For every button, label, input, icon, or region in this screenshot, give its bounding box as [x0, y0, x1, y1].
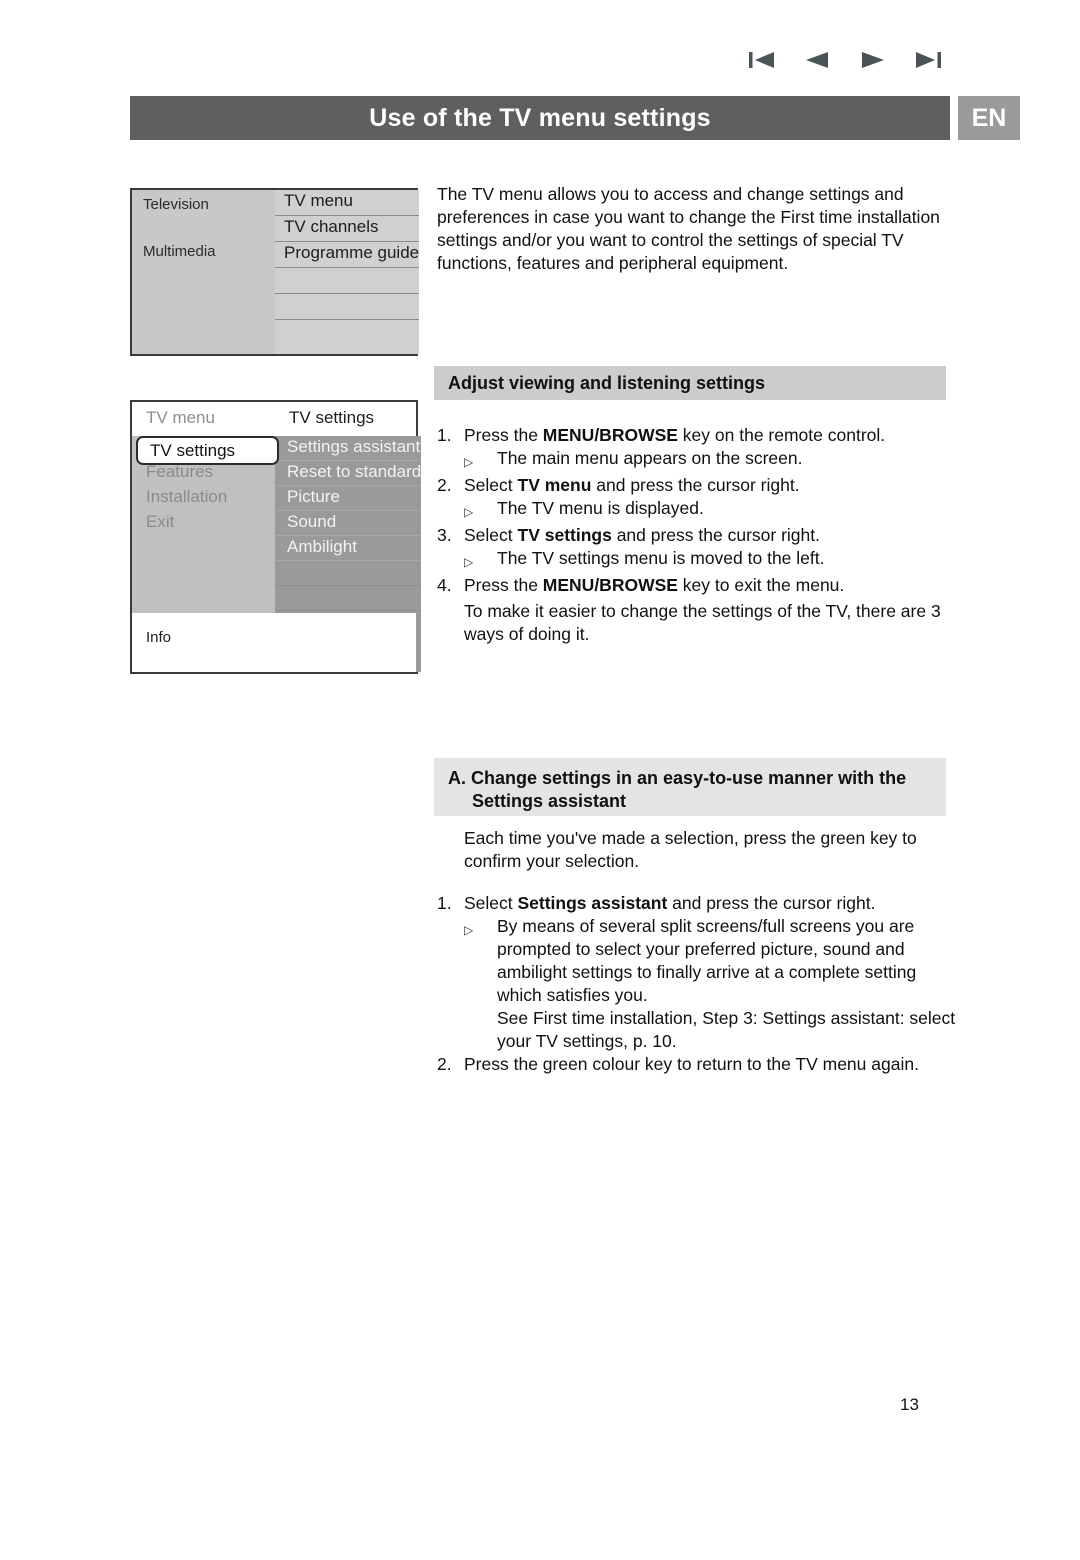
left-item-empty-3	[132, 586, 275, 611]
green-key-paragraph: Each time you've made a selection, press…	[464, 828, 917, 871]
tv-settings-left-header: TV menu	[132, 402, 275, 436]
page-number: 13	[900, 1395, 919, 1414]
adjust-steps-list: 1. Press the MENU/BROWSE key on the remo…	[437, 424, 957, 597]
step-text: Select TV settings and press the cursor …	[464, 525, 820, 545]
section-heading-adjust: Adjust viewing and listening settings	[434, 366, 946, 400]
section-heading-line1: Change settings in an easy-to-use manner…	[471, 768, 907, 788]
step-text: Press the MENU/BROWSE key to exit the me…	[464, 575, 845, 595]
previous-page-icon[interactable]	[800, 45, 834, 75]
step-item: 1. Select Settings assistant and press t…	[437, 892, 957, 915]
step-item: 2. Press the green colour key to return …	[437, 1053, 957, 1076]
step-sub-item: See First time installation, Step 3: Set…	[437, 1007, 957, 1053]
left-item-empty-1	[132, 536, 275, 561]
step-sub-item: ▷ The TV menu is displayed.	[437, 497, 957, 524]
last-page-icon[interactable]	[911, 45, 945, 75]
right-item-reset-to-standard: Reset to standard	[275, 461, 422, 486]
step-number: 1.	[437, 425, 452, 445]
ways-paragraph: To make it easier to change the settings…	[464, 601, 941, 644]
right-item-sound: Sound	[275, 511, 422, 536]
step-item: 2. Select TV menu and press the cursor r…	[437, 474, 957, 497]
step-number: 1.	[437, 893, 452, 913]
menu-item-tv-channels: TV channels	[275, 216, 420, 242]
step-text: Press the green colour key to return to …	[464, 1054, 919, 1074]
step-sub-text: The main menu appears on the screen.	[497, 448, 803, 468]
left-item-installation: Installation	[146, 487, 228, 506]
page-title: Use of the TV menu settings	[369, 103, 711, 132]
section-label: A.	[448, 768, 466, 788]
tv-settings-info-footer: Info	[132, 613, 416, 672]
language-badge: EN	[958, 96, 1020, 140]
step-sub-text: The TV settings menu is moved to the lef…	[497, 548, 825, 568]
menu-item-tv-menu: TV menu	[275, 190, 420, 216]
step-item: 3. Select TV settings and press the curs…	[437, 524, 957, 547]
step-sub-item: ▷ The TV settings menu is moved to the l…	[437, 547, 957, 574]
menu-item-programme-guide: Programme guide	[275, 242, 420, 268]
next-page-icon[interactable]	[856, 45, 890, 75]
left-item-exit: Exit	[146, 512, 175, 531]
menu-item-empty-3	[275, 320, 419, 346]
tv-settings-right-header: TV settings	[275, 402, 416, 436]
tv-menu-left-column: Television Multimedia	[132, 190, 275, 354]
tv-menu-diagram-main: Television Multimedia TV menu TV channel…	[130, 188, 420, 356]
menu-item-empty-2	[275, 294, 420, 320]
first-page-icon[interactable]	[745, 45, 779, 75]
section-heading-line2: Settings assistant	[472, 790, 627, 811]
left-item-empty-2	[132, 561, 275, 586]
step-number: 2.	[437, 475, 452, 495]
triangle-bullet-icon: ▷	[464, 923, 474, 937]
step-sub-item: ▷ By means of several split screens/full…	[437, 915, 957, 1007]
section-heading-change-settings: A. Change settings in an easy-to-use man…	[434, 758, 946, 816]
menu-item-multimedia: Multimedia	[143, 243, 216, 260]
step-number: 3.	[437, 525, 452, 545]
triangle-bullet-icon: ▷	[464, 555, 474, 569]
menu-item-television: Television	[143, 196, 209, 213]
step-text: Select Settings assistant and press the …	[464, 893, 876, 913]
sub-continuation-spacer	[464, 1007, 497, 1034]
step-sub-text: The TV menu is displayed.	[497, 498, 704, 518]
step-sub-text: See First time installation, Step 3: Set…	[497, 1008, 956, 1051]
triangle-bullet-icon: ▷	[464, 505, 474, 519]
step-sub-item: ▷ The main menu appears on the screen.	[437, 447, 957, 474]
step-item: 4. Press the MENU/BROWSE key to exit the…	[437, 574, 957, 597]
right-item-picture: Picture	[275, 486, 422, 511]
right-item-ambilight: Ambilight	[275, 536, 422, 561]
step-text: Select TV menu and press the cursor righ…	[464, 475, 800, 495]
step-sub-text: By means of several split screens/full s…	[497, 916, 917, 1005]
step-number: 4.	[437, 575, 452, 595]
right-item-empty-1	[275, 561, 422, 586]
menu-item-empty-1	[275, 268, 420, 294]
page-title-band: Use of the TV menu settings	[130, 96, 950, 140]
right-item-empty-2	[275, 586, 422, 611]
page-navigation-bar	[745, 42, 945, 78]
step-number: 2.	[437, 1054, 452, 1074]
right-item-settings-assistant: Settings assistant	[275, 436, 422, 461]
intro-paragraph: The TV menu allows you to access and cha…	[437, 184, 940, 273]
selected-menu-item-tv-settings: TV settings	[136, 436, 279, 465]
tv-menu-right-column: TV menu TV channels Programme guide	[275, 190, 420, 354]
step-item: 1. Press the MENU/BROWSE key on the remo…	[437, 424, 957, 447]
step-text: Press the MENU/BROWSE key on the remote …	[464, 425, 886, 445]
settings-assistant-steps-list: 1. Select Settings assistant and press t…	[437, 892, 957, 1076]
triangle-bullet-icon: ▷	[464, 455, 474, 469]
